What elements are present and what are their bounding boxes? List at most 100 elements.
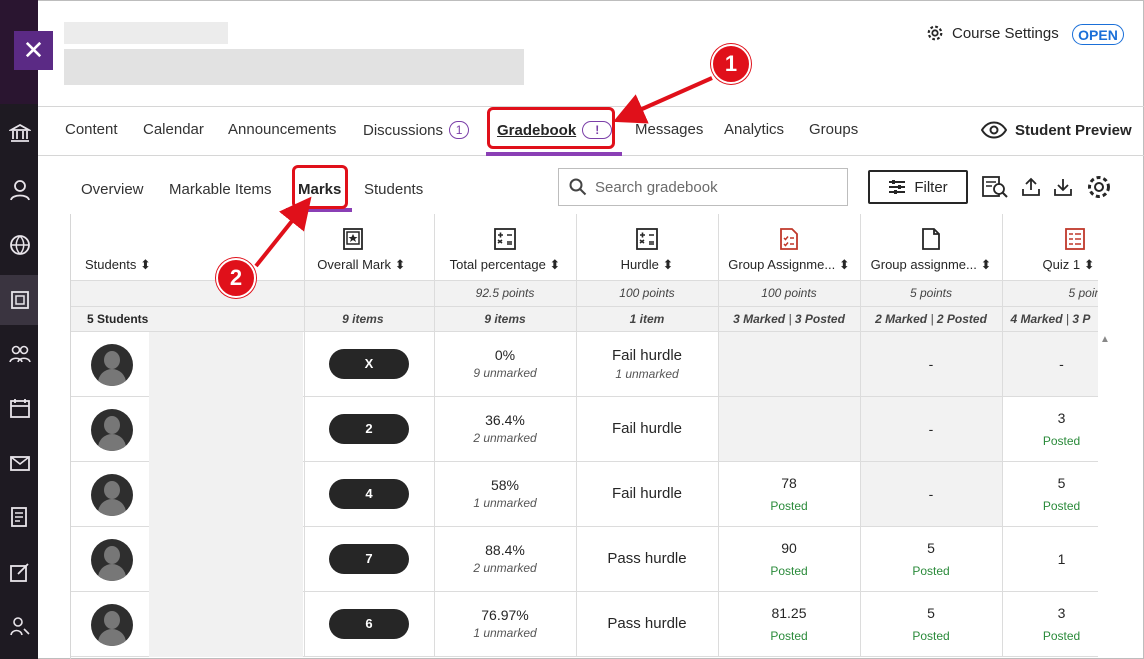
group-assignment-1-cell[interactable] — [718, 396, 861, 462]
tab-discussions[interactable]: Discussions 1 — [363, 121, 470, 139]
hurdle-cell[interactable]: Pass hurdle — [576, 526, 719, 592]
calendar-icon[interactable] — [8, 396, 32, 420]
group-assignment-1-cell[interactable]: 81.25 Posted — [718, 591, 861, 657]
group-assignment-1-cell[interactable]: 78 Posted — [718, 461, 861, 527]
scroll-up-arrow-icon[interactable]: ▲ — [1100, 334, 1110, 345]
posted-status: Posted — [770, 498, 808, 513]
subtab-students[interactable]: Students — [364, 181, 423, 198]
tools-icon[interactable] — [8, 614, 32, 638]
posted-count: 3 P — [1072, 311, 1091, 326]
total-percentage-cell[interactable]: 88.4% 2 unmarked — [434, 526, 577, 592]
left-rail — [0, 0, 38, 659]
sort-arrows-icon: ⬍ — [139, 256, 151, 272]
points-cell-empty — [71, 280, 305, 307]
messages-icon[interactable] — [8, 451, 32, 475]
overall-mark-cell[interactable]: X — [304, 331, 435, 397]
globe-icon[interactable] — [8, 233, 32, 257]
gradebook-highlight-box — [487, 107, 615, 149]
student-cell[interactable] — [71, 396, 305, 462]
close-course-button[interactable]: ✕ — [14, 31, 53, 70]
course-settings-link[interactable]: Course Settings — [926, 24, 1059, 42]
filter-button[interactable]: Filter — [868, 170, 968, 204]
active-tab-indicator — [486, 152, 622, 156]
total-percentage-cell[interactable]: 0% 9 unmarked — [434, 331, 577, 397]
institution-icon[interactable] — [8, 121, 32, 145]
hurdle-cell[interactable]: Fail hurdle — [576, 396, 719, 462]
student-cell[interactable] — [71, 461, 305, 527]
tab-content[interactable]: Content — [65, 121, 118, 138]
counts-row: 5 Students 9 items 9 items 1 item 3 Mark… — [71, 306, 1098, 332]
total-percentage-cell[interactable]: 76.97% 1 unmarked — [434, 591, 577, 657]
close-icon: ✕ — [22, 35, 45, 65]
profile-icon[interactable] — [8, 178, 32, 202]
total-percentage-column-header[interactable]: Total percentage ⬍ — [434, 214, 577, 281]
hurdle-result: Pass hurdle — [607, 550, 687, 567]
overall-mark-cell[interactable]: 6 — [304, 591, 435, 657]
grades-icon[interactable] — [8, 505, 32, 529]
tab-messages[interactable]: Messages — [635, 121, 703, 138]
quiz-1-cell[interactable]: 3 Posted — [1002, 396, 1098, 462]
download-icon[interactable] — [1050, 174, 1076, 200]
overall-mark-cell[interactable]: 2 — [304, 396, 435, 462]
tab-label: Messages — [635, 121, 704, 138]
total-percentage-cell[interactable]: 58% 1 unmarked — [434, 461, 577, 527]
calculated-column-icon — [494, 227, 516, 250]
group-assignment-2-cell[interactable]: - — [860, 461, 1003, 527]
group-assignment-2-cell[interactable]: 5 Posted — [860, 591, 1003, 657]
quiz-1-cell[interactable]: 3 Posted — [1002, 591, 1098, 657]
hurdle-cell[interactable]: Fail hurdle 1 unmarked — [576, 331, 719, 397]
quiz-1-cell[interactable]: - — [1002, 331, 1098, 397]
upload-icon[interactable] — [1018, 174, 1044, 200]
student-cell[interactable] — [71, 591, 305, 657]
edit-icon[interactable] — [8, 560, 32, 584]
filter-label: Filter — [914, 178, 948, 196]
overall-mark-column-header[interactable]: Overall Mark ⬍ — [304, 214, 435, 281]
subtab-markable-items[interactable]: Markable Items — [169, 181, 272, 198]
unmarked-count: 2 unmarked — [473, 431, 537, 445]
hurdle-column-header[interactable]: Hurdle ⬍ — [576, 214, 719, 281]
table-row: 6 76.97% 1 unmarked Pass hurdle 81.25 Posted 5… — [71, 591, 1098, 657]
overall-mark-cell[interactable]: 4 — [304, 461, 435, 527]
overall-mark-icon — [342, 227, 363, 250]
grading-review-icon[interactable] — [982, 174, 1008, 200]
quiz-1-column-header[interactable]: Quiz 1 ⬍ — [1002, 214, 1098, 281]
quiz-1-cell[interactable]: 1 — [1002, 526, 1098, 592]
overall-mark-cell[interactable]: 7 — [304, 526, 435, 592]
mark-value: 3 — [1057, 409, 1066, 426]
preview-eye-icon — [981, 121, 1007, 139]
mark-value: - — [1059, 355, 1064, 372]
posted-status: Posted — [912, 628, 950, 643]
tab-announcements[interactable]: Announcements — [228, 121, 336, 138]
search-input[interactable]: Search gradebook — [558, 168, 848, 206]
tab-analytics[interactable]: Analytics — [724, 121, 784, 138]
count-text: 9 items — [484, 311, 526, 326]
subtab-label: Markable Items — [169, 181, 272, 198]
course-status-badge[interactable]: OPEN — [1072, 24, 1124, 45]
settings-gear-icon[interactable] — [1086, 174, 1112, 200]
tab-groups[interactable]: Groups — [809, 121, 858, 138]
group-assignment-1-cell[interactable] — [718, 331, 861, 397]
student-cell[interactable] — [71, 331, 305, 397]
unmarked-count: 1 unmarked — [615, 366, 679, 381]
overall-mark-pill: 6 — [329, 608, 409, 639]
tab-calendar[interactable]: Calendar — [143, 121, 204, 138]
group-assignment-2-cell[interactable]: 5 Posted — [860, 526, 1003, 592]
student-preview-button[interactable]: Student Preview — [981, 121, 1132, 139]
points-cell: 92.5 points — [434, 280, 577, 307]
group-assignment-1-cell[interactable]: 90 Posted — [718, 526, 861, 592]
hurdle-cell[interactable]: Pass hurdle — [576, 591, 719, 657]
group-assignment-2-cell[interactable]: - — [860, 396, 1003, 462]
callout-number-1: 1 — [711, 44, 751, 84]
groups-icon[interactable] — [8, 342, 32, 366]
group-assignment-1-column-header[interactable]: Group Assignme... ⬍ — [718, 214, 861, 281]
total-percentage-cell[interactable]: 36.4% 2 unmarked — [434, 396, 577, 462]
courses-icon[interactable] — [8, 288, 32, 312]
hurdle-cell[interactable]: Fail hurdle — [576, 461, 719, 527]
subtab-overview[interactable]: Overview — [81, 181, 144, 198]
students-column-header[interactable]: Students ⬍ — [71, 214, 305, 281]
group-assignment-2-cell[interactable]: - — [860, 331, 1003, 397]
quiz-1-cell[interactable]: 5 Posted — [1002, 461, 1098, 527]
group-assignment-2-column-header[interactable]: Group assignme... ⬍ — [860, 214, 1003, 281]
student-cell[interactable] — [71, 526, 305, 592]
points-cell: 100 points — [718, 280, 861, 307]
